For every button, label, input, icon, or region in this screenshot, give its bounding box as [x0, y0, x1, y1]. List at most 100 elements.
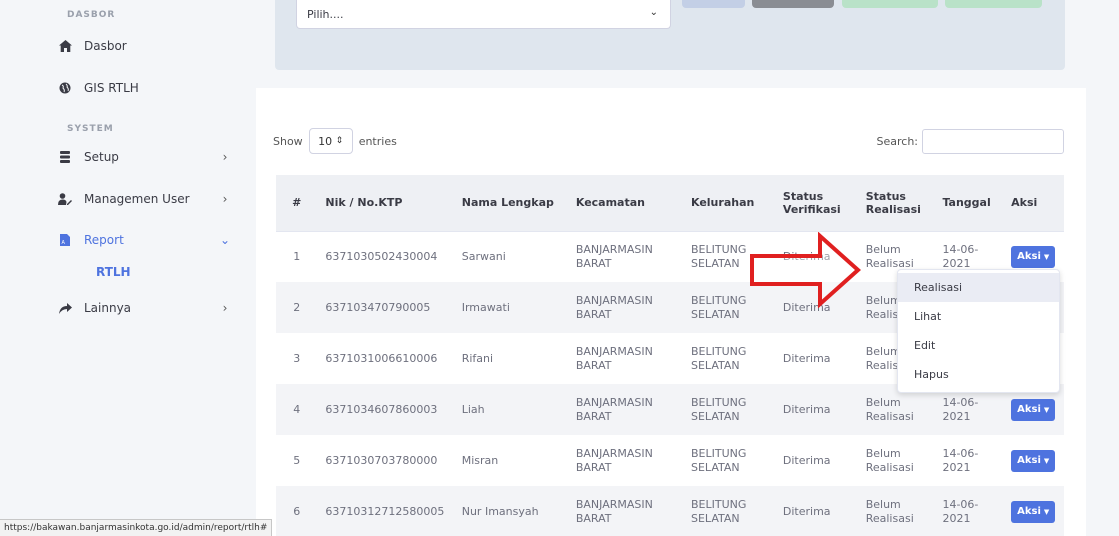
- cell-num: 5: [293, 453, 301, 467]
- col-kelurahan[interactable]: Kelurahan: [683, 175, 775, 232]
- cell-nik: 63710312712580005: [317, 486, 454, 536]
- sidebar-item-label: GIS RTLH: [84, 81, 139, 95]
- cell-tanggal: 14-06-2021: [934, 486, 1004, 536]
- sidebar-item-setup[interactable]: Setup ›: [56, 142, 232, 172]
- table-row: 5 6371030703780000 Misran BANJARMASIN BARAT…: [276, 435, 1064, 486]
- col-verifikasi[interactable]: Status Verifikasi: [774, 175, 858, 232]
- cell-num: 1: [293, 249, 301, 263]
- entries-value: 10: [318, 134, 333, 148]
- cell-tanggal: 14-06-2021: [942, 446, 979, 474]
- cell-realisasi: Belum Realisasi: [865, 446, 914, 474]
- aksi-button-label: Aksi: [1017, 505, 1041, 517]
- cell-verifikasi: Diterima: [782, 249, 831, 263]
- sidebar-item-dasbor[interactable]: Dasbor: [56, 31, 232, 61]
- cell-nik: 6371030502430004: [325, 249, 438, 263]
- col-nik[interactable]: Nik / No.KTP: [317, 175, 454, 232]
- col-nama[interactable]: Nama Lengkap: [453, 175, 568, 232]
- col-num[interactable]: #: [276, 175, 318, 232]
- user-edit-icon: [56, 193, 74, 205]
- cell-verifikasi: Diterima: [774, 282, 858, 333]
- sidebar-item-label: Lainnya: [84, 301, 132, 315]
- cell-kecamatan: BANJARMASIN BARAT: [567, 486, 683, 536]
- cell-nama: Nur Imansyah: [453, 486, 568, 536]
- sidebar-item-gis-rtlh[interactable]: GIS RTLH: [56, 73, 232, 103]
- caret-down-icon: ▼: [1043, 507, 1050, 516]
- show-label: Show: [273, 134, 303, 148]
- entries-label: entries: [358, 134, 397, 148]
- aksi-button-label: Aksi: [1017, 454, 1041, 466]
- sidebar-item-report[interactable]: A Report ⌄: [56, 225, 232, 255]
- cell-kecamatan: BANJARMASIN BARAT: [575, 344, 653, 372]
- sidebar-heading-dasbor: DASBOR: [67, 10, 116, 20]
- cell-nama: Rifani: [461, 351, 494, 365]
- cell-kecamatan: BANJARMASIN BARAT: [567, 282, 683, 333]
- sort-icon: ⇕: [335, 136, 344, 146]
- cell-kecamatan: BANJARMASIN BARAT: [575, 242, 653, 270]
- aksi-button[interactable]: Aksi▼: [1011, 500, 1056, 523]
- globe-icon: [56, 82, 74, 94]
- sidebar-heading-system: SYSTEM: [67, 124, 114, 134]
- filter-select[interactable]: Pilih.... ⌄: [296, 0, 671, 29]
- menu-item-hapus[interactable]: Hapus: [898, 360, 1059, 389]
- sidebar-item-lainnya[interactable]: Lainnya ›: [56, 293, 232, 323]
- cell-verifikasi: Diterima: [782, 453, 831, 467]
- database-icon: [56, 151, 74, 163]
- filter-select-value: Pilih....: [307, 8, 344, 21]
- filter-button-1[interactable]: [682, 0, 745, 8]
- chevron-right-icon: ›: [222, 301, 228, 315]
- col-realisasi[interactable]: Status Realisasi: [857, 175, 935, 232]
- cell-nama: Sarwani: [461, 249, 506, 263]
- cell-num: 6: [276, 486, 318, 536]
- cell-num: 4: [276, 384, 318, 435]
- search-wrap: Search:: [877, 129, 1064, 154]
- cell-kecamatan: BANJARMASIN BARAT: [575, 446, 653, 474]
- status-url: https://bakawan.banjarmasinkota.go.id/ad…: [4, 523, 268, 533]
- cell-nama: Irmawati: [453, 282, 568, 333]
- cell-kelurahan: BELITUNG SELATAN: [683, 282, 775, 333]
- cell-nama: Misran: [461, 453, 499, 467]
- show-entries: Show 10 ⇕ entries: [273, 128, 397, 154]
- chevron-down-icon: ⌄: [649, 7, 658, 18]
- caret-down-icon: ▼: [1043, 456, 1050, 465]
- cell-kelurahan: BELITUNG SELATAN: [683, 486, 775, 536]
- aksi-button[interactable]: Aksi▼: [1011, 245, 1056, 268]
- cell-verifikasi: Diterima: [774, 486, 858, 536]
- cell-kecamatan: BANJARMASIN BARAT: [567, 384, 683, 435]
- svg-text:A: A: [62, 240, 66, 246]
- sidebar-subitem-rtlh[interactable]: RTLH: [96, 265, 131, 279]
- col-tanggal[interactable]: Tanggal: [934, 175, 1004, 232]
- cell-nik: 6371030703780000: [325, 453, 438, 467]
- cell-nik: 637103470790005: [317, 282, 454, 333]
- aksi-button[interactable]: Aksi▼: [1011, 398, 1056, 421]
- sidebar-item-managemen-user[interactable]: Managemen User ›: [56, 184, 232, 214]
- cell-aksi: Aksi▼: [1003, 435, 1064, 486]
- aksi-button-label: Aksi: [1017, 403, 1041, 415]
- cell-realisasi: Belum Realisasi: [857, 486, 935, 536]
- sidebar: DASBOR Dasbor GIS RTLH SYSTEM Setup › Ma…: [0, 0, 256, 536]
- cell-kelurahan: BELITUNG SELATAN: [691, 446, 747, 474]
- chevron-right-icon: ›: [222, 150, 228, 164]
- cell-aksi: Aksi▼: [1003, 486, 1064, 536]
- cell-nama: Liah: [453, 384, 568, 435]
- filter-button-4[interactable]: [945, 0, 1042, 8]
- menu-item-realisasi[interactable]: Realisasi: [898, 273, 1059, 302]
- cell-kelurahan: BELITUNG SELATAN: [691, 242, 747, 270]
- col-kecamatan[interactable]: Kecamatan: [567, 175, 683, 232]
- sidebar-item-label: Managemen User: [84, 192, 190, 206]
- menu-item-edit[interactable]: Edit: [898, 331, 1059, 360]
- pdf-icon: A: [56, 234, 74, 246]
- search-input[interactable]: [922, 129, 1064, 154]
- sidebar-item-label: Report: [84, 233, 124, 247]
- aksi-dropdown-menu: Realisasi Lihat Edit Hapus: [897, 269, 1060, 393]
- cell-num: 2: [276, 282, 318, 333]
- filter-card: Pilih.... ⌄: [275, 0, 1065, 70]
- filter-button-2[interactable]: [752, 0, 834, 8]
- filter-button-3[interactable]: [842, 0, 938, 8]
- chevron-down-icon: ⌄: [219, 233, 231, 247]
- sidebar-item-label: Setup: [84, 150, 119, 164]
- entries-select[interactable]: 10 ⇕: [308, 128, 353, 154]
- menu-item-lihat[interactable]: Lihat: [898, 302, 1059, 331]
- aksi-button[interactable]: Aksi▼: [1011, 449, 1056, 472]
- caret-down-icon: ▼: [1043, 405, 1050, 414]
- cell-kelurahan: BELITUNG SELATAN: [683, 384, 775, 435]
